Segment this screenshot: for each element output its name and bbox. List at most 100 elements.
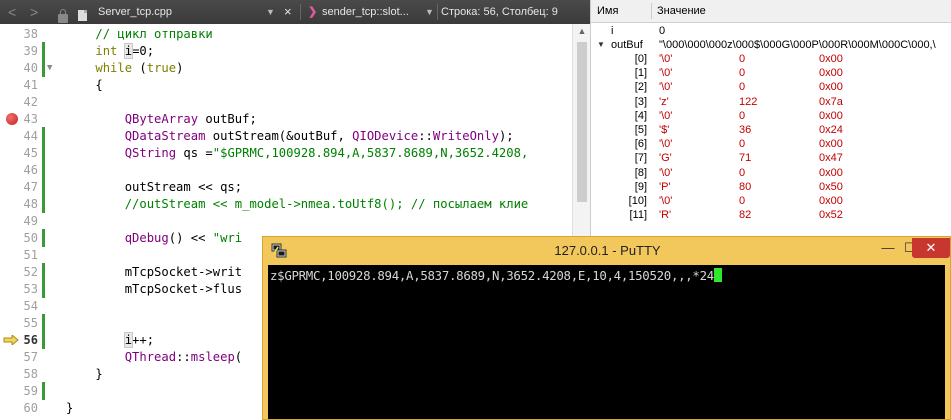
terminal-text: z$GPRMC,100928.894,A,5837.8689,N,3652.42… xyxy=(270,268,714,283)
close-file-button[interactable]: × xyxy=(284,0,292,24)
array-element-row[interactable]: [10] '\0' 0 0x00 xyxy=(591,195,951,207)
code-text: QString qs ="$GPRMC,100928.894,A,5837.86… xyxy=(124,146,529,160)
toolbar-divider xyxy=(300,4,301,20)
code-line[interactable]: 46 xyxy=(0,161,572,179)
terminal[interactable]: z$GPRMC,100928.894,A,5837.8689,N,3652.42… xyxy=(268,265,945,419)
element-index: [2] xyxy=(634,81,647,94)
element-char: 'z' xyxy=(659,95,669,108)
modified-marker xyxy=(42,161,45,179)
variable-row-outbuf[interactable]: ▼ outBuf "\000\000\000z\000$\000G\000P\0… xyxy=(591,39,951,51)
code-line[interactable]: 44 QDataStream outStream(&outBuf, QIODev… xyxy=(0,127,572,145)
code-text: } xyxy=(66,367,103,381)
array-element-row[interactable]: [5] '$' 36 0x24 xyxy=(591,124,951,136)
element-hex: 0x50 xyxy=(819,180,843,193)
function-selector[interactable]: sender_tcp::slot... xyxy=(322,0,409,24)
code-line[interactable]: 47 outStream << qs; xyxy=(0,178,572,196)
array-element-row[interactable]: [8] '\0' 0 0x00 xyxy=(591,167,951,179)
element-hex: 0x47 xyxy=(819,152,843,165)
modified-marker xyxy=(42,382,45,400)
array-element-row[interactable]: [7] 'G' 71 0x47 xyxy=(591,152,951,164)
code-line[interactable]: 45 QString qs ="$GPRMC,100928.894,A,5837… xyxy=(0,144,572,162)
forward-button[interactable]: > xyxy=(30,0,38,24)
code-text: QThread::msleep( xyxy=(124,350,243,364)
element-decimal: 0 xyxy=(739,81,746,94)
code-text: QDataStream outStream(&outBuf, QIODevice… xyxy=(124,129,514,143)
minimize-button[interactable]: — xyxy=(878,238,898,258)
variable-row-i[interactable]: i 0 xyxy=(591,25,951,37)
code-text: mTcpSocket->writ xyxy=(66,265,243,279)
line-number: 60 xyxy=(23,401,38,415)
element-decimal: 80 xyxy=(739,180,752,193)
modified-marker xyxy=(42,263,45,281)
element-index: [9] xyxy=(634,180,647,193)
putty-window[interactable]: 127.0.0.1 - PuTTY — ☐ ✕ z$GPRMC,100928.8… xyxy=(262,236,951,420)
array-element-row[interactable]: [11] 'R' 82 0x52 xyxy=(591,209,951,221)
array-element-row[interactable]: [4] '\0' 0 0x00 xyxy=(591,110,951,122)
putty-title: 127.0.0.1 - PuTTY xyxy=(554,243,661,258)
line-number: 51 xyxy=(23,248,38,262)
element-index: [3] xyxy=(634,95,647,108)
element-decimal: 82 xyxy=(739,209,752,222)
modified-marker xyxy=(42,331,45,349)
element-index: [6] xyxy=(634,138,647,151)
element-index: [0] xyxy=(634,53,647,65)
function-dropdown-chevron-icon[interactable]: ▼ xyxy=(425,0,434,24)
code-text: mTcpSocket->flus xyxy=(66,282,243,296)
element-hex: 0x00 xyxy=(819,109,843,122)
array-element-row[interactable]: [2] '\0' 0 0x00 xyxy=(591,81,951,93)
close-button[interactable]: ✕ xyxy=(912,238,950,258)
element-decimal: 0 xyxy=(739,109,746,122)
terminal-output: z$GPRMC,100928.894,A,5837.8689,N,3652.42… xyxy=(270,268,722,283)
code-line[interactable]: 40 ▼ while (true) xyxy=(0,59,572,77)
array-element-row[interactable]: [1] '\0' 0 0x00 xyxy=(591,67,951,79)
scroll-thumb[interactable] xyxy=(577,42,587,202)
file-selector[interactable]: Server_tcp.cpp xyxy=(98,0,172,24)
code-line[interactable]: 42 xyxy=(0,93,572,111)
element-char: '$' xyxy=(659,124,670,136)
element-hex: 0x00 xyxy=(819,166,843,179)
array-element-row[interactable]: [6] '\0' 0 0x00 xyxy=(591,138,951,150)
code-line[interactable]: 43 QByteArray outBuf; xyxy=(0,110,572,128)
modified-marker xyxy=(42,229,45,247)
function-icon: ❯ xyxy=(308,6,318,18)
lock-icon xyxy=(58,0,68,24)
line-number: 44 xyxy=(23,129,38,143)
scroll-up-icon[interactable]: ▲ xyxy=(573,26,590,36)
code-text: i++; xyxy=(123,332,155,348)
line-number: 57 xyxy=(23,350,38,364)
toolbar-divider xyxy=(437,4,438,20)
value-column-header[interactable]: Значение xyxy=(657,0,706,22)
element-decimal: 0 xyxy=(739,67,746,80)
element-decimal: 36 xyxy=(739,124,752,136)
code-line[interactable]: 49 xyxy=(0,212,572,230)
file-icon xyxy=(78,0,87,24)
element-hex: 0x00 xyxy=(819,138,843,151)
variable-name: outBuf xyxy=(611,39,643,51)
line-number: 40 xyxy=(23,61,38,75)
putty-titlebar[interactable]: 127.0.0.1 - PuTTY — ☐ ✕ xyxy=(263,237,950,264)
element-decimal: 0 xyxy=(739,166,746,179)
code-line[interactable]: 39 int i=0; xyxy=(0,42,572,60)
element-index: [5] xyxy=(634,124,647,136)
modified-marker xyxy=(42,42,45,60)
line-number: 39 xyxy=(23,44,38,58)
collapse-arrow-icon[interactable]: ▼ xyxy=(597,39,605,51)
array-element-row[interactable]: [0] '\0' 0 0x00 xyxy=(591,53,951,65)
line-number: 41 xyxy=(23,78,38,92)
file-dropdown-chevron-icon[interactable]: ▼ xyxy=(266,0,275,24)
array-element-row[interactable]: [9] 'P' 80 0x50 xyxy=(591,181,951,193)
name-column-header[interactable]: Имя xyxy=(597,0,618,22)
line-number: 43 xyxy=(23,112,38,126)
element-decimal: 0 xyxy=(739,138,746,151)
header-divider[interactable] xyxy=(651,3,652,19)
fold-arrow-icon[interactable]: ▼ xyxy=(47,59,57,77)
element-hex: 0x00 xyxy=(819,67,843,80)
element-index: [4] xyxy=(634,109,647,122)
code-line[interactable]: 41 { xyxy=(0,76,572,94)
modified-marker xyxy=(42,178,45,196)
code-line[interactable]: 48 //outStream << m_model->nmea.toUtf8()… xyxy=(0,195,572,213)
array-element-row[interactable]: [3] 'z' 122 0x7a xyxy=(591,96,951,108)
code-line[interactable]: 38 // цикл отправки xyxy=(0,25,572,43)
line-number: 42 xyxy=(23,95,38,109)
back-button[interactable]: < xyxy=(8,0,16,24)
